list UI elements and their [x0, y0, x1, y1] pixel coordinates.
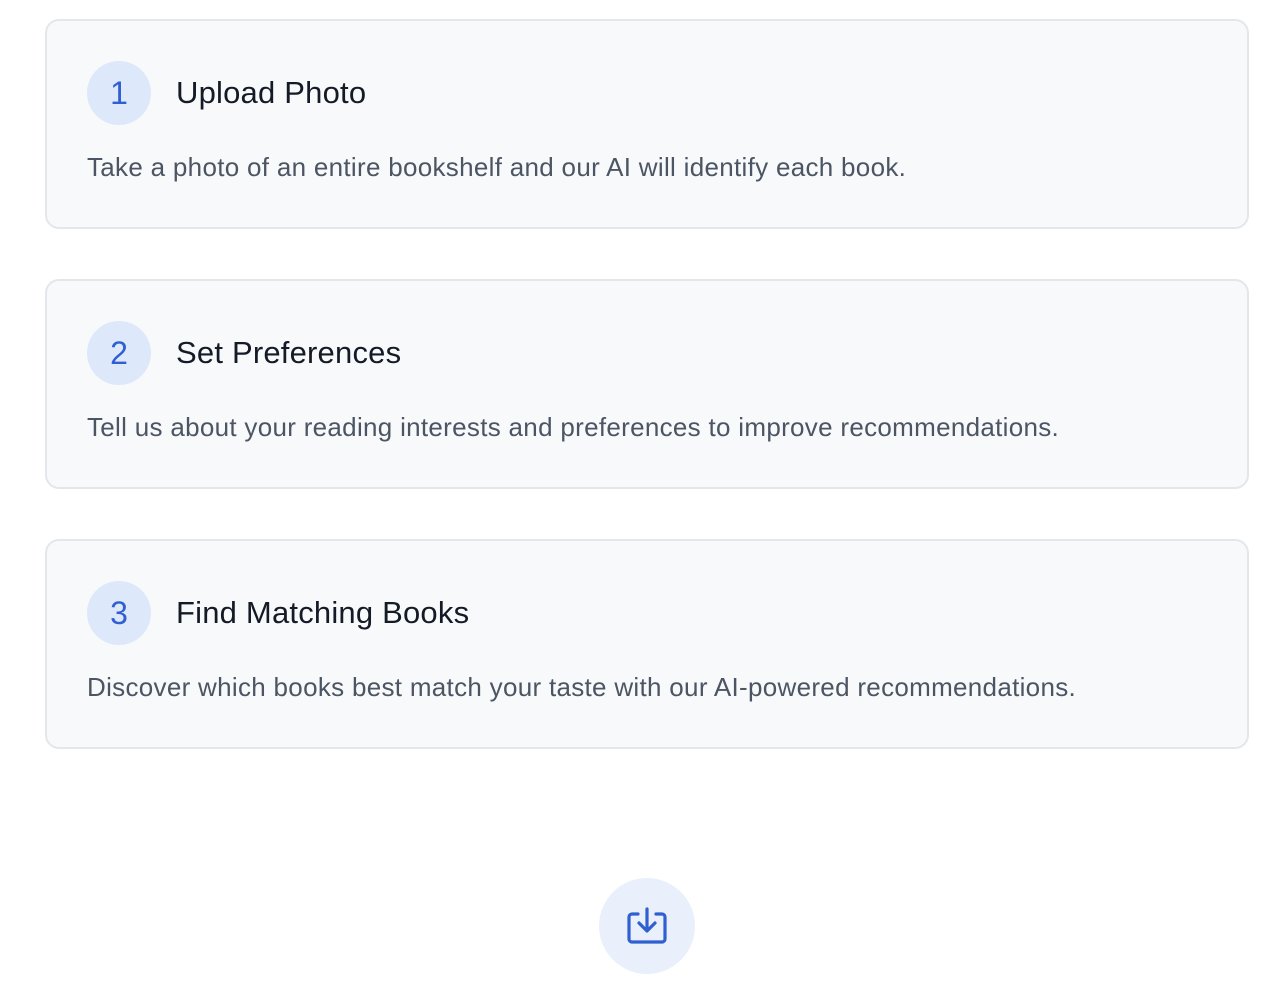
download-tray-icon [627, 907, 667, 944]
step-title: Set Preferences [176, 335, 402, 370]
step-header: 2 Set Preferences [87, 321, 401, 385]
page: 1 Upload Photo Take a photo of an entire… [0, 0, 1278, 994]
step-header: 1 Upload Photo [87, 61, 366, 125]
step-number-badge: 3 [87, 581, 151, 645]
step-number-badge: 2 [87, 321, 151, 385]
step-card-upload-photo: 1 Upload Photo Take a photo of an entire… [45, 19, 1249, 229]
upload-button[interactable] [599, 878, 695, 974]
step-description: Tell us about your reading interests and… [87, 412, 1060, 442]
step-card-find-matching-books: 3 Find Matching Books Discover which boo… [45, 539, 1249, 749]
step-description: Discover which books best match your tas… [87, 672, 1077, 702]
step-number-badge: 1 [87, 61, 151, 125]
step-title: Find Matching Books [176, 595, 470, 630]
step-title: Upload Photo [176, 75, 367, 110]
steps-list: 1 Upload Photo Take a photo of an entire… [45, 19, 1249, 799]
step-header: 3 Find Matching Books [87, 581, 469, 645]
step-card-set-preferences: 2 Set Preferences Tell us about your rea… [45, 279, 1249, 489]
step-description: Take a photo of an entire bookshelf and … [87, 152, 907, 182]
